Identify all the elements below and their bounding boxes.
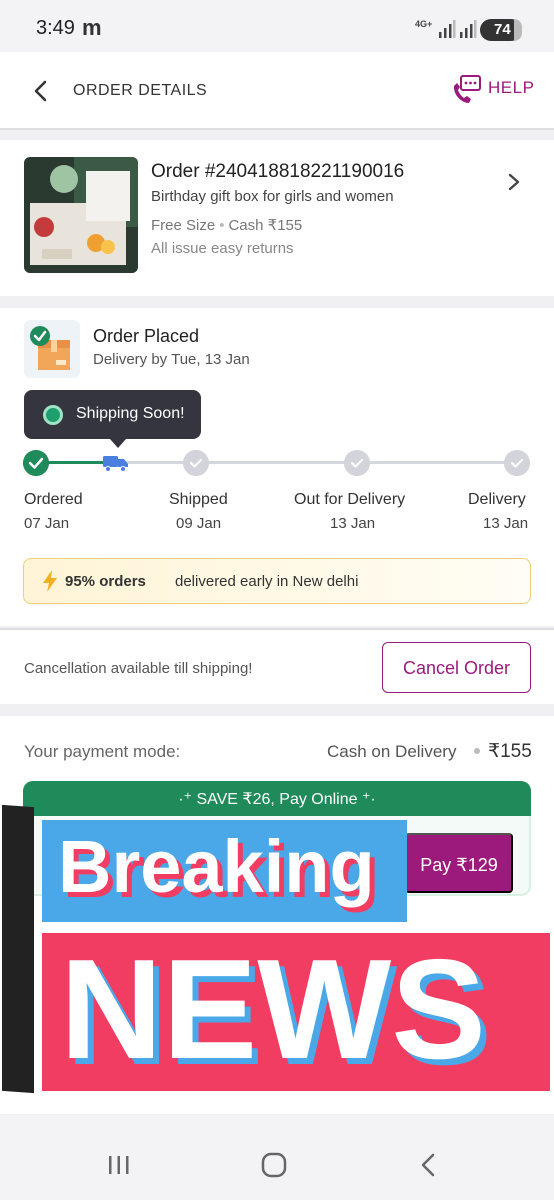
shipping-tooltip: Shipping Soon! xyxy=(24,390,201,448)
cancel-order-button[interactable]: Cancel Order xyxy=(382,642,531,693)
step-pending-check-icon xyxy=(344,450,370,476)
tooltip-text: Shipping Soon! xyxy=(76,405,185,422)
signal-icon xyxy=(439,20,456,38)
step-date: 13 Jan xyxy=(330,515,376,532)
carrier-icon: m xyxy=(82,15,102,40)
product-thumbnail[interactable] xyxy=(24,157,138,273)
step-pending-check-icon xyxy=(183,450,209,476)
status-dot-icon xyxy=(43,405,63,425)
page-title: ORDER DETAILS xyxy=(73,82,208,99)
recent-apps-icon[interactable] xyxy=(104,1150,134,1180)
cancel-note: Cancellation available till shipping! xyxy=(24,660,253,677)
step-pending-check-icon xyxy=(504,450,530,476)
product-size: Free Size xyxy=(151,217,216,234)
payment-mode: Cash on Delivery xyxy=(327,742,457,761)
chevron-right-icon[interactable] xyxy=(504,170,524,194)
phone-chat-icon xyxy=(453,75,481,103)
breaking-text: Breaking xyxy=(58,825,375,908)
product-name: Birthday gift box for girls and women xyxy=(151,188,394,205)
step-label: Ordered xyxy=(24,491,83,508)
payment-amount: ₹155 xyxy=(488,741,532,762)
back-icon[interactable] xyxy=(414,1150,444,1180)
promo-highlight: 95% orders xyxy=(65,573,146,590)
status-time: 3:49 xyxy=(36,17,75,39)
payment-mode-label: Your payment mode: xyxy=(24,742,181,761)
battery-level: 74 xyxy=(494,21,511,38)
system-nav-bar xyxy=(0,1114,554,1200)
step-date: 09 Jan xyxy=(176,515,222,532)
delivery-estimate: Delivery by Tue, 13 Jan xyxy=(93,351,250,368)
home-icon[interactable] xyxy=(259,1150,289,1180)
product-payment: Cash ₹155 xyxy=(228,217,303,234)
app-header: ORDER DETAILS HELP xyxy=(0,52,554,130)
status-title: Order Placed xyxy=(93,326,200,346)
step-label: Shipped xyxy=(169,491,228,508)
order-status-card: Order Placed Delivery by Tue, 13 Jan Shi… xyxy=(0,308,554,626)
cancel-section: Cancellation available till shipping! Ca… xyxy=(0,628,554,704)
lightning-icon xyxy=(43,570,57,592)
product-card[interactable]: Order #240418818221190016 Birthday gift … xyxy=(0,140,554,296)
package-icon xyxy=(24,320,80,378)
help-label: HELP xyxy=(488,78,535,97)
network-type: 4G+ xyxy=(415,19,433,29)
step-label: Delivery xyxy=(468,491,526,508)
step-ordered-check-icon xyxy=(23,450,49,476)
step-date: 07 Jan xyxy=(24,515,70,532)
step-date: 13 Jan xyxy=(483,515,529,532)
order-id: Order #240418818221190016 xyxy=(151,161,405,182)
help-button[interactable]: HELP xyxy=(450,74,540,108)
overlay-bar xyxy=(2,804,34,1094)
progress-line-pending xyxy=(114,461,518,464)
product-meta: Free Size • Cash ₹155 xyxy=(151,217,303,234)
news-text: NEWS xyxy=(60,930,486,1089)
back-arrow-icon[interactable] xyxy=(28,76,56,106)
returns-note: All issue easy returns xyxy=(151,240,294,257)
early-delivery-banner: 95% orders delivered early in New delhi xyxy=(23,558,531,604)
promo-text: delivered early in New delhi xyxy=(175,573,359,590)
step-label: Out for Delivery xyxy=(294,491,406,508)
breaking-news-overlay: Breaking NEWS xyxy=(0,800,554,1100)
signal-icon xyxy=(460,20,477,38)
status-bar: 3:49 m 4G+ 74 xyxy=(0,0,554,52)
truck-icon xyxy=(103,456,128,472)
battery-icon: 74 xyxy=(480,19,522,41)
